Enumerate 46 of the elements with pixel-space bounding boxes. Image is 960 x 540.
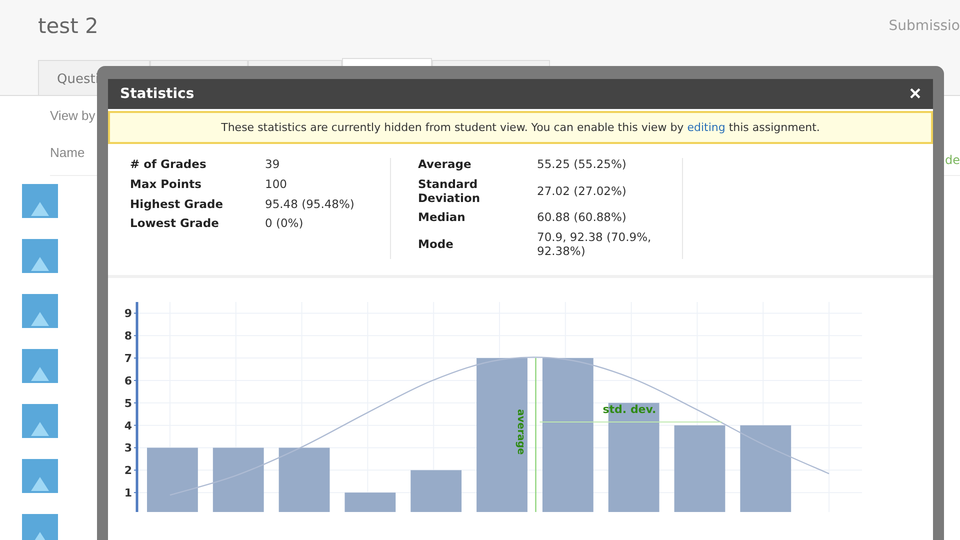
y-tick-label: 4 (124, 419, 132, 432)
y-tick-label: 5 (124, 396, 132, 410)
y-tick-label: 9 (124, 307, 132, 320)
notice-text: These statistics are currently hidden from student view. You can enable this view by editing this assignment. (108, 111, 933, 144)
stat-label: Highest Grade (130, 198, 224, 212)
image-placeholder-icon (22, 184, 58, 218)
histogram-bar (278, 448, 330, 512)
histogram-bar (344, 492, 396, 512)
y-tick-label: 7 (124, 352, 132, 365)
stat-value: 60.88 (60.88%) (537, 211, 628, 226)
stat-value: 27.02 (27.02%) (537, 184, 628, 198)
y-tick-label: 6 (124, 374, 132, 388)
column-header: de (945, 152, 960, 167)
stat-label: Max Points (130, 178, 202, 192)
stat-value: 0 (0%) (265, 217, 304, 232)
histogram-bar (147, 448, 198, 512)
histogram-bar (212, 448, 264, 512)
stat-value: 55.25 (55.25%) (537, 158, 628, 172)
column-header: Name (50, 145, 85, 162)
y-tick-label: 8 (124, 329, 132, 342)
y-tick-label: 2 (124, 464, 132, 477)
editing-link[interactable]: editing (687, 121, 726, 134)
page-title: test 2 (38, 14, 98, 38)
image-placeholder-icon (22, 459, 58, 493)
histogram-bar (410, 470, 462, 512)
view-by-label: View by (50, 108, 96, 123)
stat-label: Lowest Grade (130, 217, 220, 232)
stat-label: # of Grades (130, 158, 208, 172)
stat-label: Median (418, 211, 466, 226)
stat-label: Mode (418, 238, 454, 252)
submissions-link[interactable]: Submissio (888, 18, 960, 34)
image-placeholder-icon (22, 514, 58, 540)
stat-label: Standard Deviation (418, 178, 482, 206)
average-label: average (514, 408, 526, 455)
stat-value: 100 (265, 178, 288, 192)
y-tick-label: 3 (124, 442, 132, 455)
stat-value: 39 (265, 158, 281, 172)
stat-label: Average (418, 158, 472, 172)
image-placeholder-icon (22, 239, 58, 273)
image-placeholder-icon (22, 404, 58, 438)
close-button[interactable]: × (909, 84, 921, 104)
image-placeholder-icon (22, 349, 58, 383)
y-tick-label: 1 (124, 486, 132, 500)
stat-value: 70.9, 92.38 (70.9%, 92.38%) (537, 231, 652, 259)
stat-value: 95.48 (95.48%) (265, 198, 356, 212)
image-placeholder-icon (22, 294, 58, 328)
